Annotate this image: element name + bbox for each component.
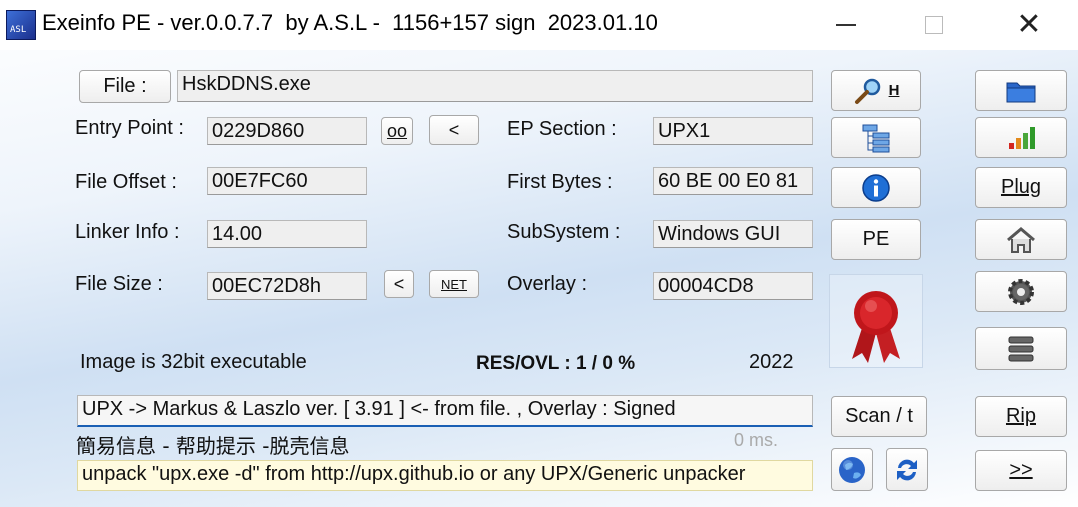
tree-list-icon xyxy=(862,124,890,152)
scan-time-text: 0 ms. xyxy=(734,430,779,450)
first-bytes-label: First Bytes : xyxy=(507,171,613,193)
scan-button-label: Scan / t xyxy=(845,405,913,427)
net-button-label: NET xyxy=(441,276,467,292)
info-button[interactable] xyxy=(831,167,921,208)
oo-button-label: oo xyxy=(386,120,408,141)
stack-lines-icon xyxy=(1008,336,1034,361)
linker-info-label: Linker Info : xyxy=(75,221,180,243)
plug-button-label: Plug xyxy=(1000,176,1042,198)
next-button[interactable]: >> xyxy=(975,450,1067,491)
subsystem-label: SubSystem : xyxy=(507,221,621,243)
app-icon: ASL xyxy=(6,10,36,40)
ep-section-field[interactable]: UPX1 xyxy=(653,117,813,145)
file-offset-label: File Offset : xyxy=(75,171,177,193)
next-button-label: >> xyxy=(1009,459,1033,481)
settings-button[interactable] xyxy=(975,271,1067,312)
file-button-label: File : xyxy=(103,75,147,97)
h-button-label: H xyxy=(888,82,900,99)
home-button[interactable] xyxy=(975,219,1067,260)
file-size-back-button[interactable]: < xyxy=(384,270,414,298)
chinese-info-text: 簡易信息 - 帮助提示 -脱壳信息 xyxy=(76,434,350,458)
close-icon: ✕ xyxy=(1016,7,1042,42)
open-folder-button[interactable] xyxy=(975,70,1067,111)
ep-section-label: EP Section : xyxy=(507,118,617,140)
net-button[interactable]: NET xyxy=(429,270,479,298)
overlay-field[interactable]: 00004CD8 xyxy=(653,272,813,300)
year-text: 2022 xyxy=(749,351,794,373)
unpack-hint-field[interactable]: unpack "upx.exe -d" from http://upx.gith… xyxy=(77,460,813,491)
list-view-button[interactable] xyxy=(831,117,921,158)
rip-button-label: Rip xyxy=(1005,405,1036,427)
scan-button[interactable]: Scan / t xyxy=(831,396,927,437)
close-button[interactable]: ✕ xyxy=(1000,0,1058,50)
oo-button[interactable]: oo xyxy=(381,117,413,145)
search-h-button[interactable]: H xyxy=(831,70,921,111)
file-offset-field[interactable]: 00E7FC60 xyxy=(207,167,367,195)
web-button[interactable] xyxy=(831,448,873,491)
magnifier-icon xyxy=(854,78,880,104)
gear-icon xyxy=(1008,278,1034,305)
entry-point-label: Entry Point : xyxy=(75,117,184,139)
rip-button[interactable]: Rip xyxy=(975,396,1067,437)
pe-button[interactable]: PE xyxy=(831,219,921,260)
first-bytes-field[interactable]: 60 BE 00 E0 81 xyxy=(653,167,813,195)
refresh-icon xyxy=(897,459,917,480)
file-size-label: File Size : xyxy=(75,273,163,295)
image-type-text: Image is 32bit executable xyxy=(80,351,307,373)
signature-panel xyxy=(829,274,923,368)
maximize-icon xyxy=(925,16,943,34)
maximize-button[interactable] xyxy=(905,0,963,50)
minimize-button[interactable] xyxy=(817,0,875,50)
window-title: Exeinfo PE - ver.0.0.7.7 by A.S.L - 1156… xyxy=(42,10,658,35)
subsystem-field[interactable]: Windows GUI xyxy=(653,220,813,248)
folder-icon xyxy=(1006,82,1036,102)
linker-info-field[interactable]: 14.00 xyxy=(207,220,367,248)
detection-result-field[interactable]: UPX -> Markus & Laszlo ver. [ 3.91 ] <- … xyxy=(77,395,813,427)
home-icon xyxy=(1007,226,1035,253)
menu-button[interactable] xyxy=(975,327,1067,370)
file-name-field[interactable]: HskDDNS.exe xyxy=(177,70,813,102)
res-ovl-text: RES/OVL : 1 / 0 % xyxy=(476,353,636,374)
entry-point-back-button[interactable]: < xyxy=(429,115,479,145)
pe-button-label: PE xyxy=(862,228,890,250)
entry-point-field[interactable]: 0229D860 xyxy=(207,117,367,145)
globe-icon xyxy=(839,456,865,483)
signal-bars-icon xyxy=(1009,126,1035,149)
minimize-icon xyxy=(836,24,856,26)
entry-point-back-label: < xyxy=(448,119,460,140)
app-icon-text: ASL xyxy=(10,25,27,35)
file-button[interactable]: File : xyxy=(79,70,171,103)
refresh-button[interactable] xyxy=(886,448,928,491)
overlay-label: Overlay : xyxy=(507,273,588,295)
plug-button[interactable]: Plug xyxy=(975,167,1067,208)
info-icon xyxy=(862,173,890,202)
stats-button[interactable] xyxy=(975,117,1067,158)
file-size-back-label: < xyxy=(393,273,405,294)
signed-ribbon-icon xyxy=(852,291,900,363)
file-size-field[interactable]: 00EC72D8h xyxy=(207,272,367,300)
